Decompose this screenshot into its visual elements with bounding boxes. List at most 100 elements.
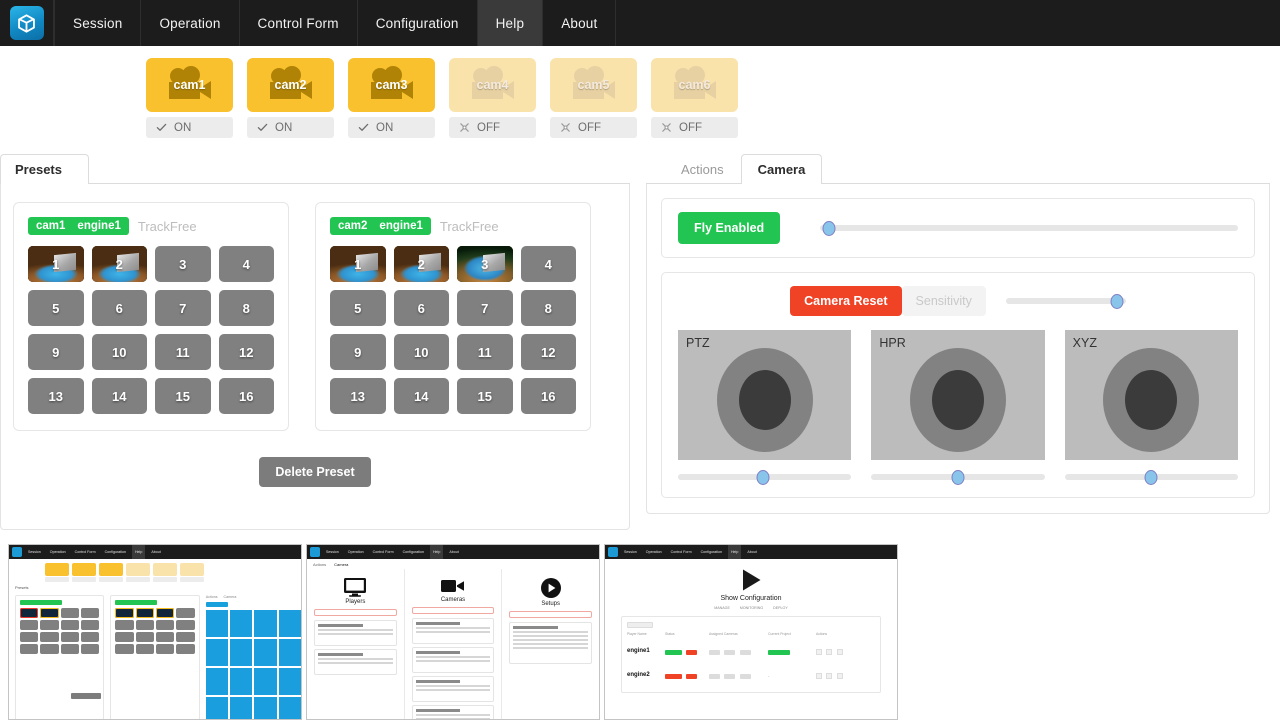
preset-number: 4 xyxy=(545,257,552,272)
slider-knob[interactable] xyxy=(1145,470,1158,485)
thumb-new-button xyxy=(509,611,592,618)
preset-button-cam1-4[interactable]: 4 xyxy=(219,246,275,282)
thumb-tab-actions: Actions xyxy=(206,595,218,599)
slider-knob[interactable] xyxy=(951,470,964,485)
thumb-tab-camera: Camera xyxy=(334,562,348,567)
sensitivity-label-button[interactable]: Sensitivity xyxy=(902,286,986,316)
check-icon xyxy=(358,122,369,133)
preset-button-cam2-15[interactable]: 15 xyxy=(457,378,513,414)
camera-tile-cam5[interactable]: cam5 xyxy=(550,58,637,112)
preset-button-cam1-13[interactable]: 13 xyxy=(28,378,84,414)
preset-button-cam1-1[interactable]: 1 xyxy=(28,246,84,282)
preset-button-cam2-6[interactable]: 6 xyxy=(394,290,450,326)
preset-button-cam2-3[interactable]: 3 xyxy=(457,246,513,282)
preset-button-cam1-7[interactable]: 7 xyxy=(155,290,211,326)
thumb-preset-button xyxy=(20,632,38,642)
thumb-preset-button xyxy=(40,620,58,630)
sensitivity-slider[interactable] xyxy=(1006,294,1126,308)
app-logo[interactable] xyxy=(0,0,54,46)
joystick-slider-XYZ[interactable] xyxy=(1065,470,1238,484)
thumbnail-configuration[interactable]: Session Operation Control Form Configura… xyxy=(306,544,600,720)
thumb-preset-button xyxy=(136,644,154,654)
preset-button-cam1-14[interactable]: 14 xyxy=(92,378,148,414)
joystick-knob[interactable] xyxy=(739,370,791,430)
preset-button-cam2-1[interactable]: 1 xyxy=(330,246,386,282)
camera-status-cam3[interactable]: ON xyxy=(348,117,435,138)
preset-button-cam2-12[interactable]: 12 xyxy=(521,334,577,370)
tab-actions[interactable]: Actions xyxy=(664,154,741,184)
preset-grid: 12345678910111213141516 xyxy=(330,246,576,414)
tab-camera[interactable]: Camera xyxy=(741,154,823,184)
preset-button-cam2-16[interactable]: 16 xyxy=(521,378,577,414)
slider-knob[interactable] xyxy=(1111,294,1124,309)
joystick-knob[interactable] xyxy=(932,370,984,430)
camera-tile-cam3[interactable]: cam3 xyxy=(348,58,435,112)
nav-item-about[interactable]: About xyxy=(543,0,616,46)
camera-status-cam6[interactable]: OFF xyxy=(651,117,738,138)
fly-enabled-button[interactable]: Fly Enabled xyxy=(678,212,780,244)
preset-badge[interactable]: cam2 engine1 xyxy=(330,217,431,235)
camera-tile-cam4[interactable]: cam4 xyxy=(449,58,536,112)
nav-item-session[interactable]: Session xyxy=(54,0,141,46)
preset-button-cam2-5[interactable]: 5 xyxy=(330,290,386,326)
tab-presets[interactable]: Presets xyxy=(0,154,89,184)
nav-item-help[interactable]: Help xyxy=(478,0,544,46)
preset-button-cam2-8[interactable]: 8 xyxy=(521,290,577,326)
thumbnail-show-configuration[interactable]: Session Operation Control Form Configura… xyxy=(604,544,898,720)
nav-item-configuration[interactable]: Configuration xyxy=(358,0,478,46)
camera-cam4: cam4 OFF xyxy=(449,58,536,138)
preset-button-cam1-2[interactable]: 2 xyxy=(92,246,148,282)
fly-row: Fly Enabled xyxy=(678,212,1238,244)
preset-button-cam1-8[interactable]: 8 xyxy=(219,290,275,326)
camera-tile-cam2[interactable]: cam2 xyxy=(247,58,334,112)
joystick-pad-PTZ[interactable]: PTZ xyxy=(678,330,851,460)
thumb-preset-button xyxy=(81,608,99,618)
preset-card-header: cam1 engine1 TrackFree xyxy=(28,217,274,235)
preset-button-cam1-5[interactable]: 5 xyxy=(28,290,84,326)
joystick-pad-XYZ[interactable]: XYZ xyxy=(1065,330,1238,460)
preset-button-cam2-14[interactable]: 14 xyxy=(394,378,450,414)
preset-button-cam2-4[interactable]: 4 xyxy=(521,246,577,282)
thumb-tab-camera: Camera xyxy=(224,595,237,599)
joystick-slider-PTZ[interactable] xyxy=(678,470,851,484)
fly-speed-slider[interactable] xyxy=(820,221,1238,235)
preset-button-cam2-2[interactable]: 2 xyxy=(394,246,450,282)
camera-status-cam4[interactable]: OFF xyxy=(449,117,536,138)
cube-logo-icon xyxy=(12,547,22,557)
preset-card-header: cam2 engine1 TrackFree xyxy=(330,217,576,235)
preset-button-cam1-10[interactable]: 10 xyxy=(92,334,148,370)
camera-cam2: cam2 ON xyxy=(247,58,334,138)
preset-button-cam1-11[interactable]: 11 xyxy=(155,334,211,370)
camera-tile-cam6[interactable]: cam6 xyxy=(651,58,738,112)
preset-button-cam2-13[interactable]: 13 xyxy=(330,378,386,414)
thumb-action-button xyxy=(254,639,276,666)
preset-button-cam1-6[interactable]: 6 xyxy=(92,290,148,326)
preset-button-cam1-15[interactable]: 15 xyxy=(155,378,211,414)
thumb-player-name: engine1 xyxy=(627,648,661,654)
joystick-knob[interactable] xyxy=(1125,370,1177,430)
camera-status-cam5[interactable]: OFF xyxy=(550,117,637,138)
camera-reset-button[interactable]: Camera Reset xyxy=(790,286,901,316)
preset-button-cam2-11[interactable]: 11 xyxy=(457,334,513,370)
preset-button-cam1-12[interactable]: 12 xyxy=(219,334,275,370)
camera-status-cam1[interactable]: ON xyxy=(146,117,233,138)
joystick-slider-HPR[interactable] xyxy=(871,470,1044,484)
slider-knob[interactable] xyxy=(822,221,835,236)
preset-button-cam1-16[interactable]: 16 xyxy=(219,378,275,414)
slider-knob[interactable] xyxy=(756,470,769,485)
camera-tile-cam1[interactable]: cam1 xyxy=(146,58,233,112)
joystick-pad-HPR[interactable]: HPR xyxy=(871,330,1044,460)
thumb-nav-item: Session xyxy=(621,545,640,559)
delete-preset-button[interactable]: Delete Preset xyxy=(259,457,370,487)
thumbnail-presets-actions[interactable]: Session Operation Control Form Configura… xyxy=(8,544,302,720)
camera-status-cam2[interactable]: ON xyxy=(247,117,334,138)
preset-button-cam1-3[interactable]: 3 xyxy=(155,246,211,282)
preset-button-cam2-10[interactable]: 10 xyxy=(394,334,450,370)
preset-badge[interactable]: cam1 engine1 xyxy=(28,217,129,235)
preset-button-cam2-9[interactable]: 9 xyxy=(330,334,386,370)
thumb-action-button xyxy=(254,668,276,695)
nav-item-control-form[interactable]: Control Form xyxy=(240,0,358,46)
nav-item-operation[interactable]: Operation xyxy=(141,0,239,46)
preset-button-cam1-9[interactable]: 9 xyxy=(28,334,84,370)
preset-button-cam2-7[interactable]: 7 xyxy=(457,290,513,326)
